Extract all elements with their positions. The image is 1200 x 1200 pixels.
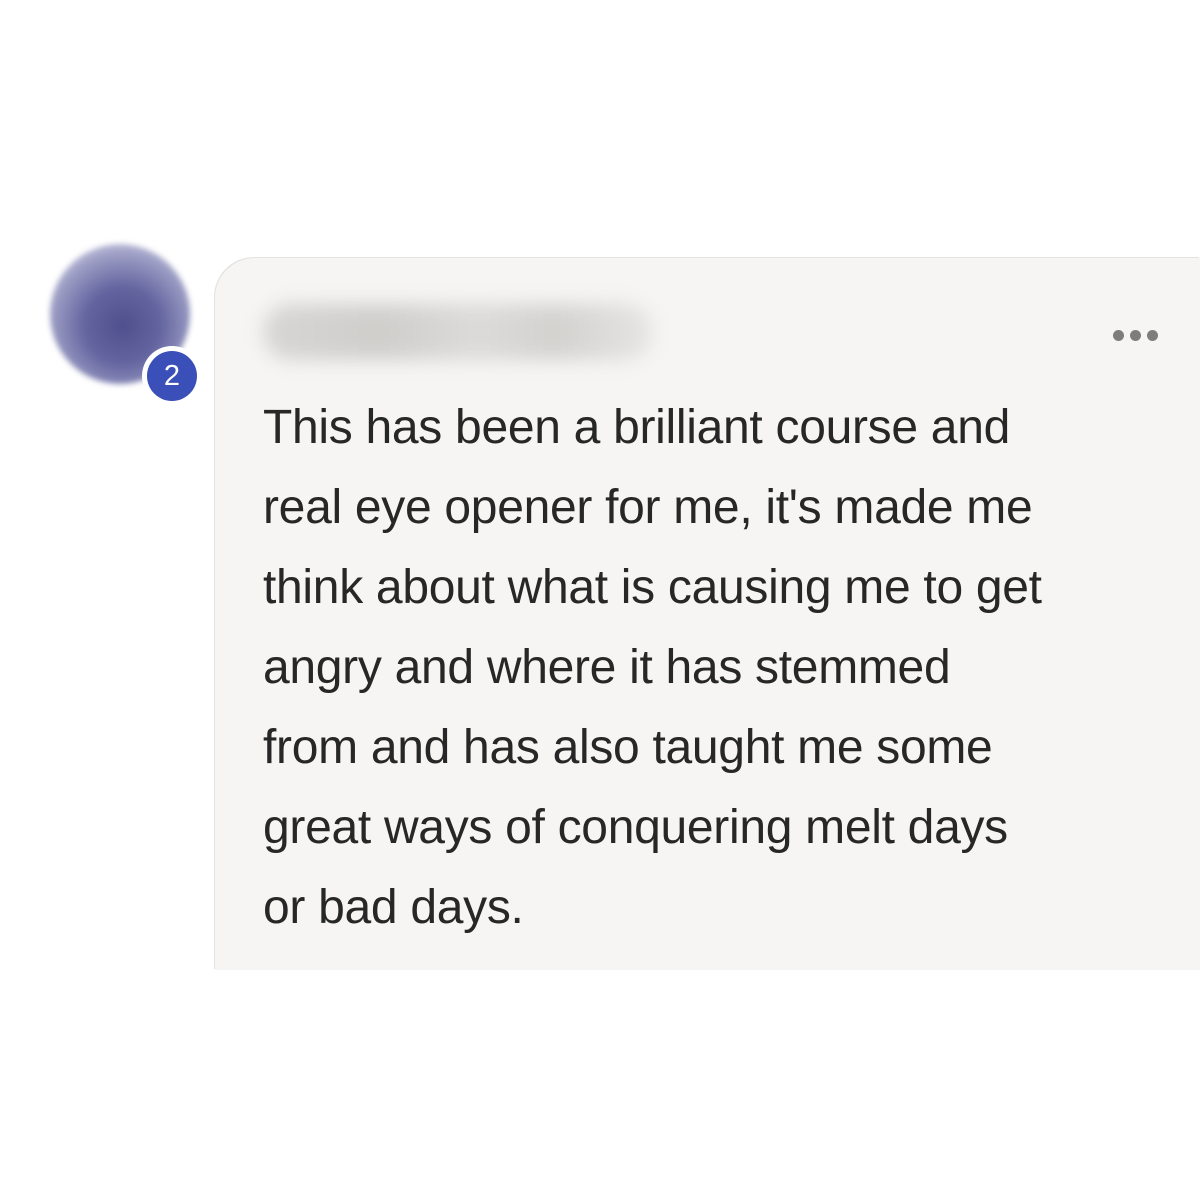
comment-line: real eye opener for me, it's made me (263, 481, 1033, 534)
author-name-redacted[interactable] (263, 304, 653, 360)
more-dot (1130, 330, 1141, 341)
comment-line: This has been a brilliant course and (263, 401, 1010, 454)
comment-bubble: This has been a brilliant course and rea… (215, 258, 1200, 970)
comment-line: think about what is causing me to get (263, 561, 1042, 614)
comment-line: great ways of conquering melt days (263, 801, 1008, 854)
comment-line: or bad days. (263, 881, 524, 934)
comment-line: from and has also taught me some (263, 721, 993, 774)
avatar-badge: 2 (142, 346, 202, 406)
more-dot (1113, 330, 1124, 341)
avatar-container[interactable]: 2 (50, 244, 202, 406)
more-dot (1147, 330, 1158, 341)
more-options-icon[interactable] (1113, 330, 1158, 341)
comment-body: This has been a brilliant course and rea… (263, 388, 1183, 948)
comment-thread: 2 This has been a brilliant course and r… (0, 0, 1200, 1200)
avatar-badge-count: 2 (147, 351, 197, 401)
comment-line: angry and where it has stemmed (263, 641, 951, 694)
